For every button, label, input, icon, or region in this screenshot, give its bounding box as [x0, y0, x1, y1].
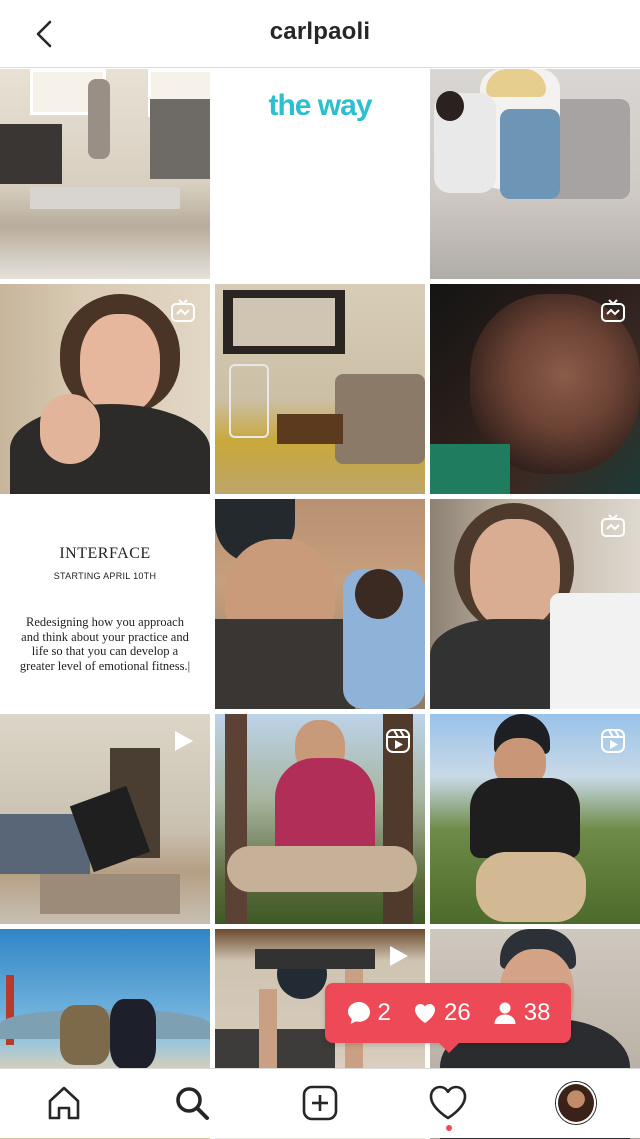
person-icon — [494, 1002, 516, 1024]
post-fighter-closeup[interactable] — [430, 284, 640, 494]
plus-square-icon — [302, 1085, 338, 1121]
comment-icon — [347, 1002, 370, 1024]
followers-count: 38 — [492, 999, 551, 1027]
post-living-room[interactable] — [215, 284, 425, 494]
reels-icon — [386, 729, 410, 753]
search-icon — [176, 1087, 209, 1120]
nav-new-post[interactable] — [300, 1083, 340, 1123]
heart-icon — [414, 1004, 435, 1023]
the-way-logo-text: the way — [268, 89, 372, 122]
interface-title: INTERFACE — [59, 545, 151, 562]
post-carl-talking[interactable] — [0, 284, 210, 494]
post-carl-mug[interactable] — [430, 499, 640, 709]
home-icon — [48, 1086, 80, 1120]
nav-profile[interactable] — [556, 1082, 596, 1124]
nav-home[interactable] — [44, 1083, 84, 1123]
post-grid: the way INTERFACE STARTING APRIL 10TH Re… — [0, 69, 640, 1139]
activity-notification-bubble[interactable]: 2 26 38 — [325, 983, 571, 1053]
post-interface-text[interactable]: INTERFACE STARTING APRIL 10TH Redesignin… — [0, 499, 210, 709]
post-meditation-reel[interactable] — [215, 714, 425, 924]
igtv-icon — [171, 299, 195, 322]
activity-indicator-dot — [446, 1125, 452, 1131]
post-selfie-baby[interactable] — [215, 499, 425, 709]
nav-search[interactable] — [172, 1083, 212, 1123]
page-title: carlpaoli — [269, 18, 371, 45]
likes-count-value: 26 — [443, 999, 471, 1026]
play-icon — [390, 946, 408, 966]
nav-activity[interactable] — [428, 1083, 468, 1123]
top-bar: carlpaoli — [0, 0, 640, 68]
followers-count-value: 38 — [523, 999, 551, 1026]
post-mom-baby-sofa[interactable] — [430, 69, 640, 279]
comments-count-value: 2 — [377, 999, 391, 1026]
post-crouch-reel[interactable] — [430, 714, 640, 924]
igtv-icon — [601, 299, 625, 322]
igtv-icon — [601, 514, 625, 537]
reels-icon — [601, 729, 625, 753]
likes-count: 26 — [412, 999, 471, 1027]
avatar — [556, 1082, 596, 1124]
bottom-nav — [0, 1068, 640, 1138]
post-the-way[interactable]: the way — [215, 69, 425, 279]
post-handstand-room[interactable] — [0, 69, 210, 279]
heart-outline-icon — [429, 1085, 467, 1120]
comments-count: 2 — [346, 999, 391, 1027]
post-breakdance-video[interactable] — [0, 714, 210, 924]
interface-body: Redesigning how you approach and think a… — [19, 615, 191, 673]
play-icon — [175, 731, 193, 751]
interface-subtitle: STARTING APRIL 10TH — [53, 571, 157, 581]
